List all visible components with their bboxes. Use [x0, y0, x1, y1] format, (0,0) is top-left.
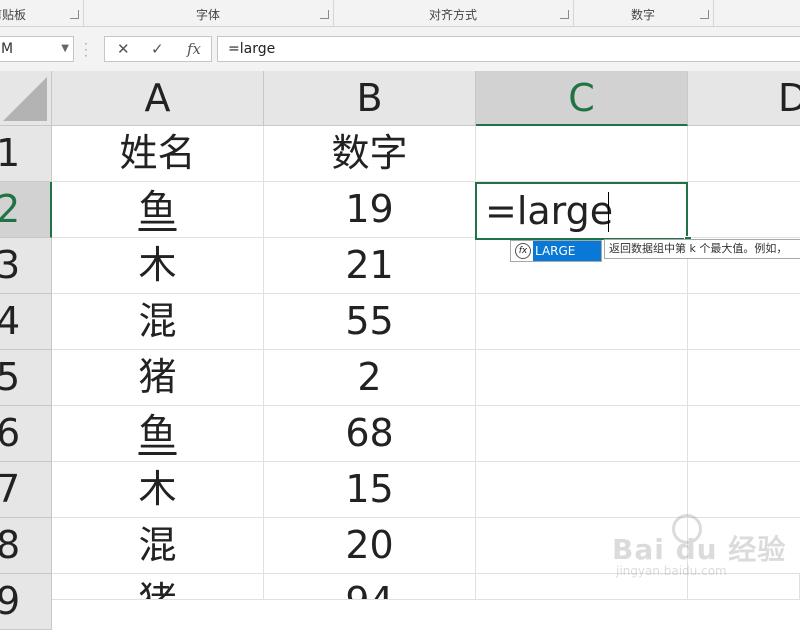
cell-text: 数字	[331, 131, 408, 175]
text-caret	[608, 192, 609, 232]
formula-text: =large	[228, 41, 276, 57]
cell-a7[interactable]: 木	[52, 462, 264, 518]
group-label: 对齐方式	[428, 8, 477, 22]
cell-d4[interactable]	[688, 294, 800, 350]
function-tooltip: 返回数据组中第 k 个最大值。例如，	[604, 239, 800, 259]
cell-a9[interactable]: 猪	[52, 574, 264, 600]
column-header-a[interactable]: A	[52, 71, 264, 126]
cell-a5[interactable]: 猪	[52, 350, 264, 406]
cell-d5[interactable]	[688, 350, 800, 406]
group-label: 数字	[630, 8, 655, 22]
cell-b7[interactable]: 15	[264, 462, 476, 518]
formula-buttons: ✕ ✓ fx	[104, 36, 212, 62]
cell-text: 猪	[138, 579, 176, 599]
row-header-3[interactable]: 3	[0, 238, 52, 294]
row-header-4[interactable]: 4	[0, 294, 52, 350]
column-header-c[interactable]: C	[476, 71, 688, 126]
formula-bar: M ▼ · · · ✕ ✓ fx =large	[0, 27, 800, 72]
function-autocomplete: fx LARGE	[510, 240, 602, 262]
cell-b8[interactable]: 20	[264, 518, 476, 574]
row-header-7[interactable]: 7	[0, 462, 52, 518]
row-header-9[interactable]: 9	[0, 574, 52, 630]
spreadsheet-grid: A B C D 1 姓名 数字 2 鱼 19 3 木 21 4 混 55 5 猪…	[0, 71, 800, 630]
cell-text: 55	[345, 299, 394, 343]
cell-text: 21	[345, 243, 394, 287]
ribbon-group-number: 数字	[573, 0, 714, 26]
cell-text: 94	[345, 579, 393, 599]
row-header-5[interactable]: 5	[0, 350, 52, 406]
name-box-value: M	[1, 41, 14, 57]
insert-function-icon[interactable]: fx	[187, 40, 201, 58]
active-cell-c2[interactable]: =large	[475, 182, 688, 240]
cell-c5[interactable]	[476, 350, 688, 406]
cell-d2[interactable]	[688, 182, 800, 238]
group-label: 字体	[195, 8, 220, 22]
row-header-6[interactable]: 6	[0, 406, 52, 462]
cell-text: 鱼	[138, 187, 177, 231]
cell-b5[interactable]: 2	[264, 350, 476, 406]
cell-c7[interactable]	[476, 462, 688, 518]
more-options-icon[interactable]: · · ·	[84, 38, 88, 62]
cell-text: 19	[345, 187, 394, 231]
cell-c4[interactable]	[476, 294, 688, 350]
cell-text: 混	[138, 299, 177, 343]
column-header-d[interactable]: D	[688, 71, 800, 126]
name-box[interactable]: M ▼	[0, 36, 74, 62]
cell-c1[interactable]	[476, 126, 688, 182]
function-icon: fx	[515, 243, 531, 259]
cell-text: 姓名	[119, 131, 196, 175]
ribbon-group-bar: 剪贴板 字体 对齐方式 数字	[0, 0, 800, 27]
cell-text: 混	[138, 523, 177, 567]
cell-text: 68	[345, 411, 394, 455]
cell-b6[interactable]: 68	[264, 406, 476, 462]
dialog-launcher-icon[interactable]	[560, 10, 569, 19]
watermark-logo: Bai du 经验	[612, 533, 787, 566]
chevron-down-icon[interactable]: ▼	[61, 43, 69, 54]
column-header-b[interactable]: B	[264, 71, 476, 126]
cell-a1[interactable]: 姓名	[52, 126, 264, 182]
cell-c6[interactable]	[476, 406, 688, 462]
ribbon-group-font: 字体	[83, 0, 334, 26]
cell-a6[interactable]: 鱼	[52, 406, 264, 462]
cell-a2[interactable]: 鱼	[52, 182, 264, 238]
cell-b4[interactable]: 55	[264, 294, 476, 350]
dialog-launcher-icon[interactable]	[700, 10, 709, 19]
dialog-launcher-icon[interactable]	[70, 10, 79, 19]
select-all-icon	[3, 77, 47, 121]
cell-d7[interactable]	[688, 462, 800, 518]
cell-text: 20	[345, 523, 394, 567]
cell-text: 鱼	[138, 411, 177, 455]
watermark-url: jingyan.baidu.com	[616, 564, 727, 578]
ribbon-group-clipboard: 剪贴板	[0, 0, 84, 26]
cell-b3[interactable]: 21	[264, 238, 476, 294]
cell-text: 木	[138, 467, 177, 511]
row-header-8[interactable]: 8	[0, 518, 52, 574]
cell-d1[interactable]	[688, 126, 800, 182]
baidu-watermark: Bai du 经验 jingyan.baidu.com	[612, 514, 797, 584]
cell-text: 木	[138, 243, 177, 287]
row-header-1[interactable]: 1	[0, 126, 52, 182]
cell-a3[interactable]: 木	[52, 238, 264, 294]
cell-b9[interactable]: 94	[264, 574, 476, 600]
cell-a4[interactable]: 混	[52, 294, 264, 350]
cell-a8[interactable]: 混	[52, 518, 264, 574]
autocomplete-item-large[interactable]: LARGE	[533, 241, 601, 261]
row-header-2[interactable]: 2	[0, 182, 52, 238]
enter-icon[interactable]: ✓	[151, 40, 164, 58]
dialog-launcher-icon[interactable]	[320, 10, 329, 19]
select-all-button[interactable]	[0, 71, 52, 126]
cancel-icon[interactable]: ✕	[117, 40, 130, 58]
cell-d6[interactable]	[688, 406, 800, 462]
formula-input[interactable]: =large	[217, 36, 800, 62]
cell-text: 15	[345, 467, 394, 511]
ribbon-group-alignment: 对齐方式	[333, 0, 574, 26]
active-cell-text: =large	[485, 189, 614, 233]
cell-b2[interactable]: 19	[264, 182, 476, 238]
cell-text: 猪	[138, 355, 177, 399]
cell-text: 2	[357, 355, 382, 399]
cell-b1[interactable]: 数字	[264, 126, 476, 182]
